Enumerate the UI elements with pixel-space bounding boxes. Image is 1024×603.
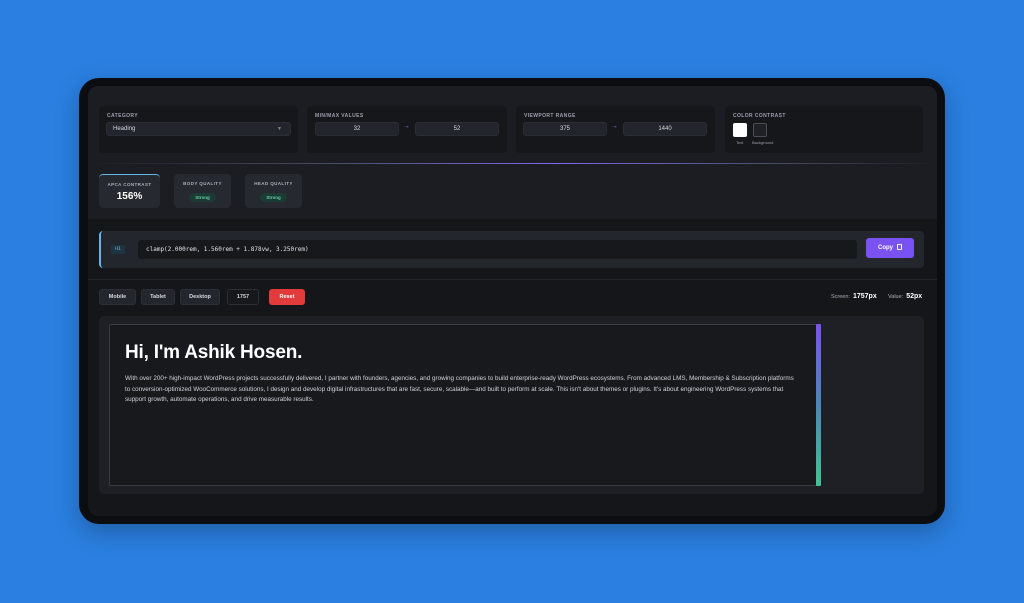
width-input[interactable]: 1757	[227, 289, 259, 305]
desktop-button[interactable]: Desktop	[180, 289, 220, 305]
divider	[88, 279, 937, 280]
viewport-panel: VIEWPORT RANGE 375 → 1440	[516, 106, 715, 153]
copy-button[interactable]: Copy	[866, 238, 914, 258]
value-readout: Value: 52px	[888, 293, 922, 300]
viewport-label: VIEWPORT RANGE	[524, 113, 576, 119]
chevron-down-icon: ▼	[277, 126, 282, 132]
preview-heading: Hi, I'm Ashik Hosen.	[125, 342, 303, 363]
arrow-right-icon: →	[403, 123, 410, 130]
text-color-label: Text	[736, 140, 744, 145]
screen-label: Screen:	[831, 294, 850, 300]
viewport-max-input[interactable]: 1440	[623, 122, 707, 136]
tablet-button[interactable]: Tablet	[141, 289, 175, 305]
clamp-output-row: H1 clamp(2.000rem, 1.560rem + 1.878vw, 3…	[99, 231, 924, 268]
color-contrast-panel: COLOR CONTRAST Text Background	[725, 106, 923, 153]
body-quality-label: BODY QUALITY	[183, 181, 222, 186]
background-color-swatch[interactable]	[753, 123, 767, 137]
clamp-code-field[interactable]: clamp(2.000rem, 1.560rem + 1.878vw, 3.25…	[138, 240, 857, 259]
status-badge: Strong	[189, 193, 216, 202]
screen-value: 1757px	[852, 293, 877, 300]
heading-tag: H1	[111, 245, 125, 254]
minmax-label: MIN/MAX VALUES	[315, 113, 364, 119]
category-label: CATEGORY	[107, 113, 138, 119]
screen-readout: Screen: 1757px	[831, 293, 877, 300]
preview-body-text: With over 200+ high-impact WordPress pro…	[125, 375, 794, 403]
arrow-right-icon: →	[611, 123, 618, 130]
value-value: 52px	[906, 293, 923, 300]
category-select[interactable]: Heading ▼	[106, 122, 291, 136]
apca-contrast-card: APCA CONTRAST 156%	[99, 174, 160, 208]
preview-panel: Hi, I'm Ashik Hosen. With over 200+ high…	[99, 316, 924, 494]
viewport-min-input[interactable]: 375	[523, 122, 607, 136]
mobile-button[interactable]: Mobile	[99, 289, 136, 305]
background-color-label: Background	[752, 140, 774, 145]
copy-icon	[897, 244, 902, 250]
head-quality-label: HEAD QUALITY	[254, 181, 293, 186]
min-value-input[interactable]: 32	[315, 122, 399, 136]
max-value-input[interactable]: 52	[415, 122, 499, 136]
app-screen: CATEGORY Heading ▼ MIN/MAX VALUES 32 → 5…	[88, 86, 937, 516]
body-quality-card: BODY QUALITY Strong	[174, 174, 231, 208]
apca-contrast-value: 156%	[116, 191, 143, 202]
preview-frame: Hi, I'm Ashik Hosen. With over 200+ high…	[109, 324, 821, 486]
head-quality-card: HEAD QUALITY Strong	[245, 174, 302, 208]
status-badge: Strong	[260, 193, 287, 202]
metrics-bar: APCA CONTRAST 156% BODY QUALITY Strong H…	[88, 164, 937, 219]
text-color-swatch[interactable]	[733, 123, 747, 137]
category-value: Heading	[113, 126, 136, 132]
reset-button[interactable]: Reset	[269, 289, 305, 305]
minmax-panel: MIN/MAX VALUES 32 → 52	[307, 106, 507, 153]
copy-label: Copy	[878, 245, 893, 251]
color-contrast-label: COLOR CONTRAST	[733, 113, 786, 119]
value-label: Value:	[888, 294, 904, 300]
device-frame: CATEGORY Heading ▼ MIN/MAX VALUES 32 → 5…	[79, 78, 945, 524]
apca-contrast-label: APCA CONTRAST	[107, 182, 152, 187]
resize-handle[interactable]	[816, 324, 821, 486]
category-panel: CATEGORY Heading ▼	[99, 106, 298, 153]
controls-bar: CATEGORY Heading ▼ MIN/MAX VALUES 32 → 5…	[88, 86, 937, 164]
